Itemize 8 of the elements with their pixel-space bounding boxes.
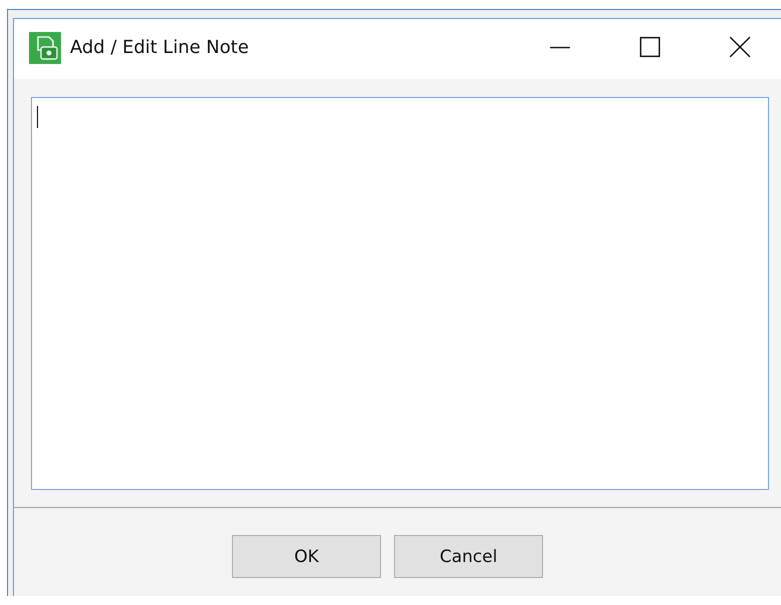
ok-button[interactable]: OK <box>232 535 381 578</box>
cancel-button[interactable]: Cancel <box>394 535 543 578</box>
maximize-icon[interactable] <box>639 36 661 58</box>
close-icon[interactable] <box>729 36 751 58</box>
text-cursor <box>37 106 38 128</box>
app-icon <box>29 32 61 64</box>
window-title: Add / Edit Line Note <box>70 36 249 58</box>
note-field[interactable] <box>31 97 769 490</box>
